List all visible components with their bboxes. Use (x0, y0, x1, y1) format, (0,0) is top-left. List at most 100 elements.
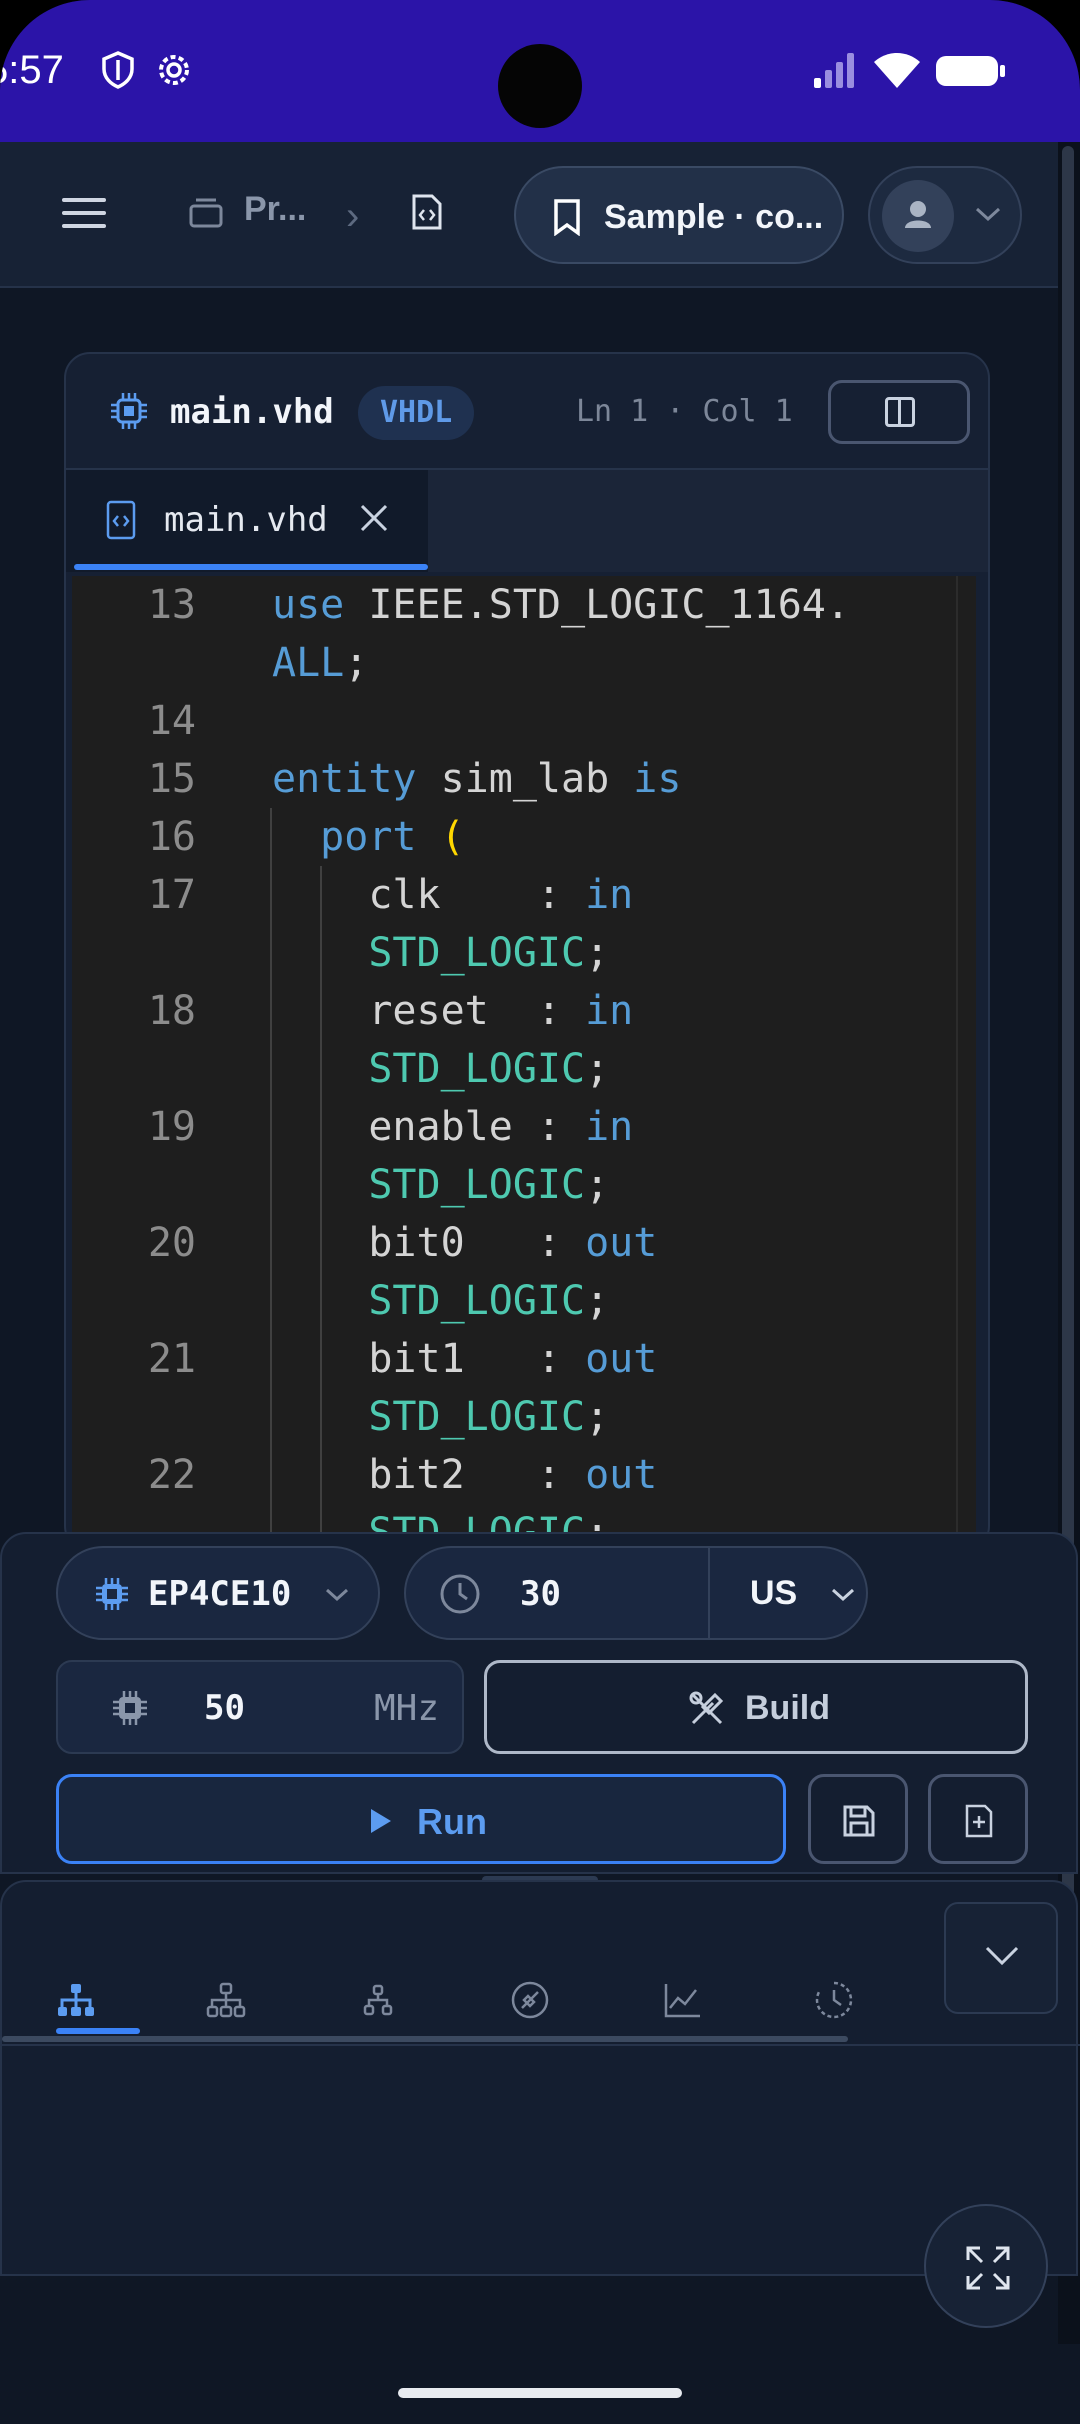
chip-icon (111, 393, 147, 429)
chevron-down-icon (985, 1946, 1019, 1966)
code-token: ( (440, 814, 465, 860)
line-text: ALL; (272, 634, 368, 692)
run-button[interactable]: Run (56, 1774, 786, 1864)
save-icon (843, 1805, 875, 1837)
code-token: clk : (272, 872, 586, 918)
line-number: 19 (147, 1104, 196, 1150)
code-token: out (585, 1452, 658, 1498)
user-icon (905, 201, 931, 228)
active-tab-indicator (56, 2028, 140, 2034)
wifi-icon (874, 53, 920, 88)
settings-gear-icon (159, 55, 189, 85)
sim-time-input[interactable]: 30 (520, 1574, 561, 1614)
code-line: 17 clk : in (72, 866, 952, 924)
tab-tree[interactable] (356, 1978, 400, 2022)
line-text: entity sim_lab is (272, 750, 681, 808)
code-line: ALL; (72, 634, 952, 692)
code-line: 18 reset : in (72, 982, 952, 1040)
code-file-icon[interactable] (410, 192, 444, 232)
editor-tab-bar: main.vhd (66, 470, 988, 572)
split-view-icon (885, 397, 915, 427)
language-badge: VHDL (358, 386, 475, 440)
chevron-down-icon (831, 1588, 855, 1602)
tab-history[interactable] (812, 1978, 856, 2022)
divider (708, 1548, 710, 1638)
breadcrumb-chevron-icon: › (346, 194, 360, 238)
fullscreen-button[interactable] (924, 2204, 1048, 2328)
chip-icon (113, 1691, 147, 1725)
code-token: STD_LOGIC (368, 1278, 586, 1324)
line-number: 21 (147, 1336, 196, 1382)
code-token: ; (585, 1394, 610, 1440)
tools-icon (689, 1691, 724, 1725)
sim-time-unit-select[interactable]: US (750, 1574, 797, 1613)
sample-selector-button[interactable]: Sample · co... (514, 166, 844, 264)
code-line: 21 bit1 : out (72, 1330, 952, 1388)
line-number: 16 (147, 814, 196, 860)
line-number: 20 (147, 1220, 196, 1266)
code-token: in (585, 1104, 634, 1150)
build-button[interactable]: Build (484, 1660, 1028, 1754)
menu-icon[interactable] (62, 198, 106, 232)
code-line: STD_LOGIC; (72, 1388, 952, 1446)
code-token: in (585, 872, 634, 918)
tab-hierarchy[interactable] (54, 1978, 98, 2022)
split-view-button[interactable] (828, 380, 970, 444)
code-editor-card: main.vhd VHDL Ln 1 · Col 1 main.vhd 13 us… (64, 352, 990, 1552)
line-text: bit1 : out (272, 1330, 657, 1388)
code-token: bit1 : (272, 1336, 586, 1382)
collapse-panel-button[interactable] (944, 1902, 1058, 2014)
breadcrumb-project[interactable]: Pr... (244, 190, 306, 229)
avatar (882, 180, 954, 252)
code-token: ; (344, 640, 369, 686)
tab-main-vhd[interactable]: main.vhd (66, 470, 428, 572)
line-text: STD_LOGIC; (272, 1156, 609, 1214)
build-label: Build (745, 1689, 830, 1727)
tab-scrollbar[interactable] (2, 2036, 848, 2042)
expand-icon (966, 2246, 1010, 2290)
tab-structure[interactable] (204, 1978, 248, 2022)
history-icon (815, 1981, 853, 2019)
status-time: 5:57 (0, 48, 64, 92)
device-value: EP4CE10 (148, 1574, 292, 1614)
code-token: STD_LOGIC (368, 1162, 586, 1208)
line-text: bit0 : out (272, 1214, 657, 1272)
home-indicator[interactable] (398, 2388, 682, 2398)
close-icon[interactable] (358, 502, 390, 534)
divider (2, 2044, 1080, 2046)
line-number: 18 (147, 988, 196, 1034)
tab-dependencies[interactable] (508, 1978, 552, 2022)
line-text: use IEEE.STD_LOGIC_1164. (272, 576, 850, 634)
code-scrollbar[interactable] (956, 576, 976, 1550)
code-area[interactable]: 13 use IEEE.STD_LOGIC_1164. ALL; 14 15 entity… (72, 576, 976, 1550)
plug-icon (511, 1981, 549, 2019)
tab-waveform-chart[interactable] (660, 1978, 704, 2022)
network-icon (206, 1982, 246, 2018)
line-number: 17 (147, 872, 196, 918)
code-token: use (272, 582, 345, 628)
save-button[interactable] (808, 1774, 908, 1864)
code-line: 15 entity sim_lab is (72, 750, 952, 808)
run-label: Run (417, 1801, 487, 1842)
simulation-time-control: 30 US (404, 1546, 868, 1640)
clock-frequency-field[interactable]: 50 MHz (56, 1660, 464, 1754)
code-token: enable : (272, 1104, 586, 1150)
device-select[interactable]: EP4CE10 (56, 1546, 380, 1640)
new-file-button[interactable] (928, 1774, 1028, 1864)
code-token: port (320, 814, 417, 860)
code-line: 14 (72, 692, 952, 750)
code-token: in (585, 988, 634, 1034)
signal-icon (814, 53, 854, 88)
folder-icon[interactable] (188, 196, 224, 230)
code-line: 20 bit0 : out (72, 1214, 952, 1272)
code-line: 19 enable : in (72, 1098, 952, 1156)
sample-label: Sample · co... (604, 198, 824, 236)
code-line: STD_LOGIC; (72, 1156, 952, 1214)
user-menu-button[interactable] (868, 166, 1022, 264)
battery-icon (936, 56, 1005, 86)
code-token: STD_LOGIC (368, 930, 586, 976)
